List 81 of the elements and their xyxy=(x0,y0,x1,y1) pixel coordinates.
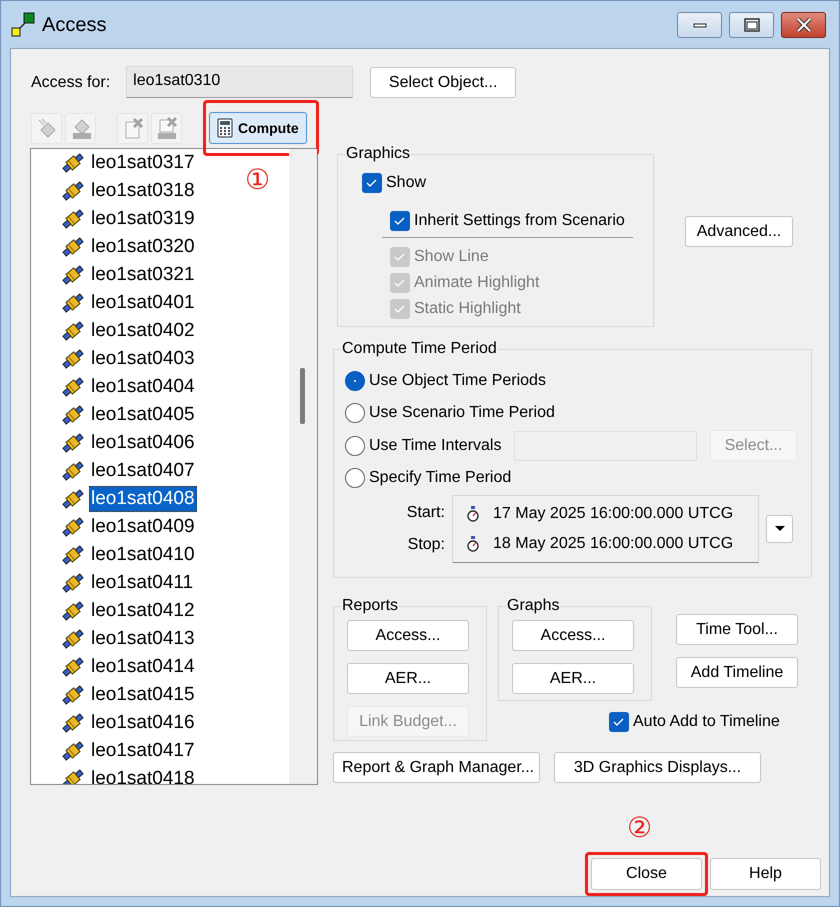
scrollbar-track[interactable] xyxy=(289,149,317,784)
checkbox-label: Inherit Settings from Scenario xyxy=(414,211,625,231)
object-list-item[interactable]: leo1sat0405 xyxy=(89,402,197,428)
object-list-item[interactable]: leo1sat0318 xyxy=(89,178,197,204)
checkbox-label: Animate Highlight xyxy=(414,273,540,293)
compute-button[interactable]: Compute xyxy=(209,112,307,144)
object-list-item[interactable]: leo1sat0415 xyxy=(89,682,197,708)
stopwatch-icon xyxy=(467,536,479,552)
object-list-item[interactable]: leo1sat0410 xyxy=(89,542,197,568)
callout-number: ② xyxy=(627,814,652,842)
app-icon xyxy=(10,12,36,38)
help-button[interactable]: Help xyxy=(710,858,821,890)
button[interactable]: Access... xyxy=(347,620,469,651)
radio-label: Use Object Time Periods xyxy=(369,371,546,391)
radio-label: Specify Time Period xyxy=(369,468,512,488)
object-list-item[interactable]: leo1sat0412 xyxy=(89,598,197,624)
object-list-item[interactable]: leo1sat0320 xyxy=(89,234,197,260)
object-list-item[interactable]: leo1sat0408 xyxy=(89,486,197,512)
button[interactable]: 3D Graphics Displays... xyxy=(554,752,761,783)
field-label: Start: xyxy=(406,503,445,523)
minimize-icon xyxy=(692,20,706,28)
maximize-icon xyxy=(744,18,760,32)
callout-number: ① xyxy=(245,166,270,194)
button[interactable]: Report & Graph Manager... xyxy=(333,752,540,783)
object-field[interactable]: leo1sat0310 xyxy=(126,66,354,98)
checkbox-label: Auto Add to Timeline xyxy=(633,712,780,732)
close-icon xyxy=(796,18,812,32)
close-window-button[interactable] xyxy=(781,12,826,38)
time-range-box[interactable]: 17 May 2025 16:00:00.000 UTCG 18 May 2025 16:00:00.000 UTCG xyxy=(452,495,759,563)
window-title: Access xyxy=(42,12,106,38)
object-list-item[interactable]: leo1sat0319 xyxy=(89,206,197,232)
button[interactable]: Time Tool... xyxy=(676,614,798,645)
checkbox[interactable] xyxy=(609,712,629,732)
button[interactable]: AER... xyxy=(347,663,469,694)
field-label: Stop: xyxy=(408,535,445,555)
calculator-icon xyxy=(217,118,233,138)
object-list-item[interactable]: leo1sat0413 xyxy=(89,626,197,652)
object-list-item[interactable]: leo1sat0406 xyxy=(89,430,197,456)
dropdown-button[interactable] xyxy=(766,515,793,543)
radio-button[interactable] xyxy=(345,436,365,456)
object-list-item[interactable]: leo1sat0414 xyxy=(89,654,197,680)
object-list-item[interactable]: leo1sat0321 xyxy=(89,262,197,288)
button[interactable]: AER... xyxy=(512,663,634,694)
select-object-button[interactable]: Select Object... xyxy=(370,67,516,98)
close-button[interactable]: Close xyxy=(591,858,702,890)
checkbox[interactable] xyxy=(390,211,410,231)
time-value: 18 May 2025 16:00:00.000 UTCG xyxy=(493,534,734,554)
radio-button[interactable] xyxy=(345,371,365,391)
object-list-item[interactable]: leo1sat0404 xyxy=(89,374,197,400)
caret-icon xyxy=(774,526,784,532)
object-list-item[interactable]: leo1sat0402 xyxy=(89,318,197,344)
advanced-button[interactable]: Advanced... xyxy=(685,216,793,247)
button[interactable]: Add Timeline xyxy=(676,657,798,688)
object-list-item[interactable]: leo1sat0317 xyxy=(89,150,197,176)
button[interactable]: Access... xyxy=(512,620,634,651)
radio-button[interactable] xyxy=(345,468,365,488)
object-list-item[interactable]: leo1sat0418 xyxy=(89,766,197,784)
field-label: Access for: xyxy=(31,72,110,92)
object-list-item[interactable]: leo1sat0401 xyxy=(89,290,197,316)
checkbox[interactable] xyxy=(362,173,382,193)
group-title: Graphics xyxy=(345,146,412,162)
scrollbar-thumb[interactable] xyxy=(300,368,305,424)
checkbox-label: Show xyxy=(386,173,426,193)
maximize-button[interactable] xyxy=(729,12,774,38)
radio-label: Use Scenario Time Period xyxy=(369,403,555,423)
object-list-item[interactable]: leo1sat0411 xyxy=(89,570,196,596)
object-list-item[interactable]: leo1sat0409 xyxy=(89,514,197,540)
stopwatch-icon xyxy=(467,506,479,522)
object-list-item[interactable]: leo1sat0417 xyxy=(89,738,197,764)
checkbox-label: Show Line xyxy=(414,247,489,267)
time-value: 17 May 2025 16:00:00.000 UTCG xyxy=(493,504,734,524)
object-list-item[interactable]: leo1sat0416 xyxy=(89,710,197,736)
object-list-item[interactable]: leo1sat0403 xyxy=(89,346,197,372)
object-list-item[interactable]: leo1sat0407 xyxy=(89,458,197,484)
minimize-button[interactable] xyxy=(677,12,722,38)
radio-label: Use Time Intervals xyxy=(369,436,502,456)
group-title: Graphs xyxy=(506,598,560,614)
group-title: Reports xyxy=(341,598,400,614)
radio-button[interactable] xyxy=(345,403,365,423)
checkbox-label: Static Highlight xyxy=(414,299,521,319)
group-title: Compute Time Period xyxy=(341,341,498,357)
